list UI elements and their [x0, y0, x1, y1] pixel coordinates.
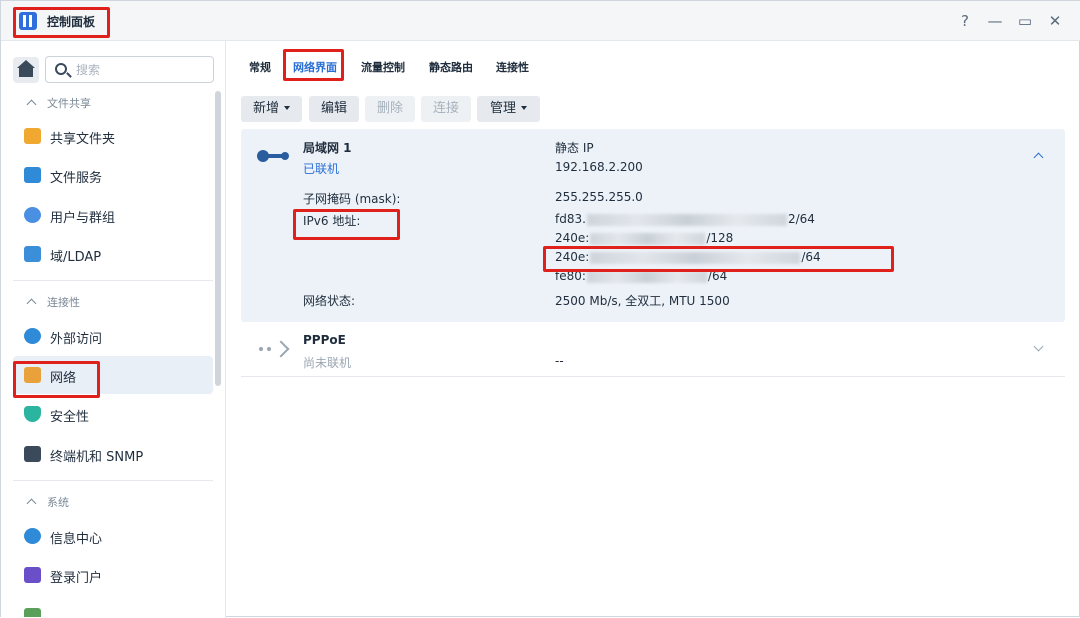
tab-traffic-control[interactable]: 流量控制 [361, 59, 405, 75]
chevron-up-icon [26, 298, 37, 309]
redacted-blur [586, 270, 707, 283]
section-header-file-sharing[interactable]: 文件共享 [26, 95, 91, 115]
ipv6-address: fe80:/64 [555, 269, 728, 283]
mask-value: 255.255.255.0 [555, 190, 643, 204]
search-input[interactable] [76, 61, 206, 79]
sidebar-item-terminal-snmp[interactable]: 终端机和 SNMP [13, 435, 213, 473]
tab-connectivity[interactable]: 连接性 [496, 59, 529, 75]
sidebar-scrollbar[interactable] [215, 91, 221, 386]
ipv6-label: IPv6 地址: [303, 214, 361, 228]
maximize-button[interactable]: ▭ [1014, 10, 1036, 32]
chevron-up-icon [26, 99, 37, 110]
users-icon [24, 207, 41, 223]
close-button[interactable]: ✕ [1044, 10, 1066, 32]
interface-lan1-panel[interactable]: 局域网 1 已联机 静态 IP 192.168.2.200 子网掩码 (mask… [241, 129, 1065, 322]
main-content: 常规 网络界面 流量控制 静态路由 连接性 新增 编辑 删除 连接 管理 局域网… [227, 41, 1080, 618]
info-icon [24, 528, 41, 544]
ipv6-address: 240e:/128 [555, 231, 734, 245]
search-icon [55, 63, 67, 75]
net-status-value: 2500 Mb/s, 全双工, MTU 1500 [555, 294, 730, 308]
shield-icon [24, 406, 41, 422]
interface-status: 已联机 [303, 162, 340, 176]
pppoe-value: -- [555, 354, 564, 368]
delete-button[interactable]: 删除 [365, 96, 415, 122]
connect-button[interactable]: 连接 [421, 96, 471, 122]
sidebar-item-shared-folder[interactable]: 共享文件夹 [13, 117, 213, 155]
title-bar: 控制面板 ? — ▭ ✕ [1, 1, 1080, 41]
sidebar-item-network[interactable]: 网络 [13, 356, 213, 394]
mask-label: 子网掩码 (mask): [303, 192, 401, 206]
terminal-icon [24, 446, 41, 462]
sidebar-item-partial[interactable] [13, 597, 213, 617]
minimize-button[interactable]: — [984, 10, 1006, 32]
caret-down-icon [284, 106, 290, 110]
control-panel-window: 控制面板 ? — ▭ ✕ 文件共享 共享文件夹 文件服务 用户与群组 [0, 0, 1080, 618]
active-tab-indicator [293, 78, 339, 80]
divider [13, 280, 213, 281]
ipv4-address: 192.168.2.200 [555, 160, 643, 174]
tab-general[interactable]: 常规 [249, 59, 271, 75]
ipv6-address: 240e:/64 [555, 250, 821, 264]
ethernet-connected-icon [257, 149, 291, 163]
search-box[interactable] [45, 56, 214, 83]
redacted-blur [590, 251, 801, 264]
ip-mode: 静态 IP [555, 141, 594, 155]
section-header-connectivity[interactable]: 连接性 [26, 294, 80, 314]
section-header-system[interactable]: 系统 [26, 494, 69, 514]
chevron-up-icon[interactable] [1033, 152, 1044, 163]
directory-icon [24, 246, 41, 262]
net-status-label: 网络状态: [303, 294, 356, 308]
pppoe-disconnected-icon [259, 339, 291, 359]
app-title: 控制面板 [47, 15, 96, 29]
folder-icon [24, 128, 41, 144]
edit-button[interactable]: 编辑 [309, 96, 359, 122]
network-house-icon [24, 367, 41, 383]
divider [13, 480, 213, 481]
globe-icon [24, 328, 41, 344]
chevron-down-icon[interactable] [1033, 341, 1044, 352]
redacted-blur [586, 213, 787, 226]
sidebar-item-domain-ldap[interactable]: 域/LDAP [13, 235, 213, 273]
home-button[interactable] [13, 57, 39, 83]
sidebar-item-users-groups[interactable]: 用户与群组 [13, 196, 213, 234]
sidebar-item-login-portal[interactable]: 登录门户 [13, 556, 213, 594]
interface-status: 尚未联机 [303, 356, 352, 370]
interface-name: PPPoE [303, 333, 346, 347]
partial-icon [24, 608, 41, 617]
login-portal-icon [24, 567, 41, 583]
sidebar: 文件共享 共享文件夹 文件服务 用户与群组 域/LDAP 连接性 外部访问 网络 [1, 41, 226, 618]
control-panel-icon [19, 12, 37, 30]
tab-network-interface[interactable]: 网络界面 [293, 59, 337, 75]
caret-down-icon [521, 106, 527, 110]
sidebar-item-info-center[interactable]: 信息中心 [13, 517, 213, 555]
chevron-up-icon [26, 498, 37, 509]
file-services-icon [24, 167, 41, 183]
sidebar-item-external-access[interactable]: 外部访问 [13, 317, 213, 355]
redacted-blur [590, 232, 706, 245]
sidebar-item-security[interactable]: 安全性 [13, 395, 213, 433]
sidebar-item-file-services[interactable]: 文件服务 [13, 156, 213, 194]
manage-button[interactable]: 管理 [477, 96, 540, 122]
help-button[interactable]: ? [954, 10, 976, 32]
interface-name: 局域网 1 [303, 141, 352, 155]
interface-pppoe-row[interactable]: PPPoE 尚未联机 -- [241, 323, 1065, 377]
create-button[interactable]: 新增 [241, 96, 302, 122]
ipv6-address: fd83. 2/64 [555, 212, 815, 226]
tab-static-route[interactable]: 静态路由 [429, 59, 473, 75]
